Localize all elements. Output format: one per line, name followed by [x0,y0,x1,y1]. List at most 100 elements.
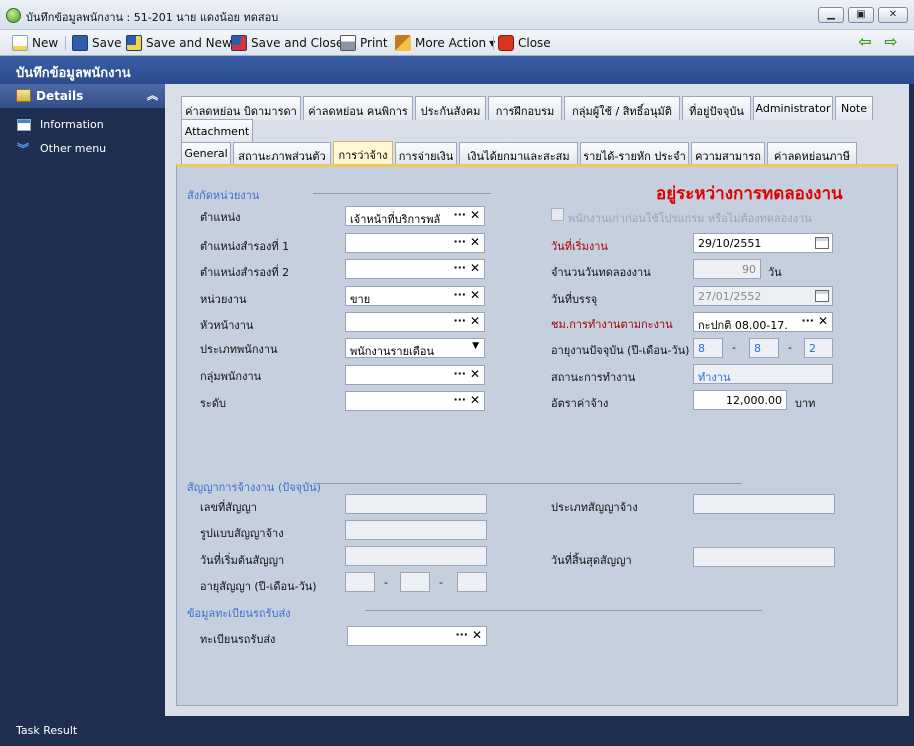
probation-days-field: 90 [693,259,761,279]
calendar-icon[interactable] [815,237,829,249]
window-title: บันทึกข้อมูลพนักงาน : 51-201 นาย แดงน้อย… [26,11,279,24]
ellipsis-icon[interactable]: ··· [453,208,466,221]
clear-icon[interactable]: ✕ [470,208,480,222]
window-titlebar: บันทึกข้อมูลพนักงาน : 51-201 นาย แดงน้อย… [0,0,914,30]
toolbar: New Save Save and New Save and Close Pri… [0,30,914,56]
supervisor-field[interactable]: ··· ✕ [345,312,485,332]
more-action-button[interactable]: More Action▼ [395,33,495,53]
minimize-button[interactable]: ▁ [818,7,844,23]
close-button[interactable]: Close [498,33,551,53]
emp-group-field[interactable]: ··· ✕ [345,365,485,385]
contract-years-field [345,572,375,592]
ellipsis-icon[interactable]: ··· [453,393,466,406]
ellipsis-icon[interactable]: ··· [453,261,466,274]
probation-banner: อยู่ระหว่างการทดลองงาน [656,184,843,204]
save-and-new-button[interactable]: Save and New [126,33,232,53]
contract-start-field [345,546,487,566]
start-date-field[interactable]: 29/10/2551 [693,233,833,253]
tab-skills[interactable]: ความสามารถ [691,142,765,164]
section-unit-title: สังกัดหน่วยงาน [187,189,260,202]
toolbar-separator [65,36,66,50]
position-field[interactable]: เจ้าหน้าที่บริการพลังการ ··· ✕ [345,206,485,226]
tab-income-forward[interactable]: เงินได้ยกมาและสะสม [459,142,578,164]
tools-icon [395,35,411,51]
printer-icon [340,35,356,51]
position-alt2-label: ตำแหน่งสำรองที่ 2 [200,266,290,279]
clear-icon[interactable]: ✕ [470,288,480,302]
maximize-button[interactable]: ▣ [848,7,874,23]
new-button[interactable]: New [12,33,58,53]
tab-note[interactable]: Note [835,96,873,120]
clear-icon[interactable]: ✕ [470,393,480,407]
information-icon [17,119,31,131]
contract-form-label: รูปแบบสัญญาจ้าง [200,527,284,540]
dropdown-arrow-icon[interactable]: ▼ [472,341,479,351]
tab-recurring-income[interactable]: รายได้-รายหัก ประจำ [580,142,689,164]
ellipsis-icon[interactable]: ··· [453,235,466,248]
previous-record-icon[interactable]: ⇦ [856,34,874,52]
details-icon [16,89,31,102]
tab-administrator[interactable]: Administrator [753,96,833,120]
tab-tax-deduction[interactable]: ค่าลดหย่อนภาษี [767,142,857,164]
probation-days-label: จำนวนวันทดลองงาน [551,266,651,279]
ellipsis-icon[interactable]: ··· [801,314,814,327]
tab-user-group[interactable]: กลุ่มผู้ใช้ / สิทธิ์อนุมัติ [564,96,680,120]
level-field[interactable]: ··· ✕ [345,391,485,411]
clear-icon[interactable]: ✕ [470,235,480,249]
sidebar-item-information[interactable]: Information [0,114,165,136]
ellipsis-icon[interactable]: ··· [453,314,466,327]
ellipsis-icon[interactable]: ··· [453,367,466,380]
tab-attachment[interactable]: Attachment [181,119,253,143]
position-alt1-field[interactable]: ··· ✕ [345,233,485,253]
sidebar: Details ︽ Information ︾ Other menu [0,84,165,716]
clear-icon[interactable]: ✕ [818,314,828,328]
task-result-bar[interactable]: Task Result [0,716,914,746]
clear-icon[interactable]: ✕ [470,314,480,328]
confirm-date-label: วันที่บรรจุ [551,293,598,306]
tab-current-address[interactable]: ที่อยู่ปัจจุบัน [682,96,751,120]
sidebar-item-label: Other menu [40,142,107,155]
collapse-icon[interactable]: ︽ [147,87,158,103]
tab-personal-status[interactable]: สถานะภาพส่วนตัว [233,142,331,164]
position-alt2-field[interactable]: ··· ✕ [345,259,485,279]
ellipsis-icon[interactable]: ··· [455,628,468,641]
close-window-button[interactable]: ✕ [878,7,908,23]
next-record-icon[interactable]: ⇨ [882,34,900,52]
emp-type-select[interactable]: พนักงานรายเดือน ▼ [345,338,485,358]
print-button[interactable]: Print [340,33,388,53]
work-status-field: ทำงาน [693,364,833,384]
ellipsis-icon[interactable]: ··· [453,288,466,301]
clear-icon[interactable]: ✕ [470,261,480,275]
clear-icon[interactable]: ✕ [472,628,482,642]
days-unit-label: วัน [768,266,782,279]
tab-social-security[interactable]: ประกันสังคม [415,96,486,120]
clear-icon[interactable]: ✕ [470,367,480,381]
tab-payment[interactable]: การจ่ายเงิน [395,142,457,164]
bus-field[interactable]: ··· ✕ [347,626,487,646]
save-button[interactable]: Save [72,33,121,53]
sidebar-item-other-menu[interactable]: ︾ Other menu [0,138,165,160]
save-and-close-button[interactable]: Save and Close [231,33,343,53]
contract-start-label: วันที่เริ่มต้นสัญญา [200,554,285,567]
sidebar-group-details[interactable]: Details ︽ [0,84,165,108]
unit-field[interactable]: ขาย ··· ✕ [345,286,485,306]
work-hours-field[interactable]: กะปกติ 08.00-17.00 น. ··· ✕ [693,312,833,332]
wage-field[interactable]: 12,000.00 [693,390,787,410]
app-icon [6,8,21,23]
sidebar-group-label: Details [36,89,84,103]
contract-end-label: วันที่สิ้นสุดสัญญา [551,554,632,567]
tab-training[interactable]: การฝึกอบรม [488,96,562,120]
tab-employment[interactable]: การว่าจ้าง [333,141,393,165]
level-label: ระดับ [200,397,226,410]
section-contract-title: สัญญาการจ้างงาน (ปัจจุบัน) [187,481,321,494]
toolbar-separator [493,36,494,50]
confirm-date-field: 27/01/2552 [693,286,833,306]
supervisor-label: หัวหน้างาน [200,319,254,332]
tab-disabled-deduction[interactable]: ค่าลดหย่อน คนพิการ [303,96,413,120]
tab-parent-deduction[interactable]: ค่าลดหย่อน บิดามารดา [181,96,301,120]
save-label: Save [92,36,122,50]
save-and-close-label: Save and Close [251,36,344,50]
former-employee-checkbox[interactable] [551,208,564,221]
tab-general[interactable]: General [181,142,231,164]
emp-group-label: กลุ่มพนักงาน [200,370,262,383]
